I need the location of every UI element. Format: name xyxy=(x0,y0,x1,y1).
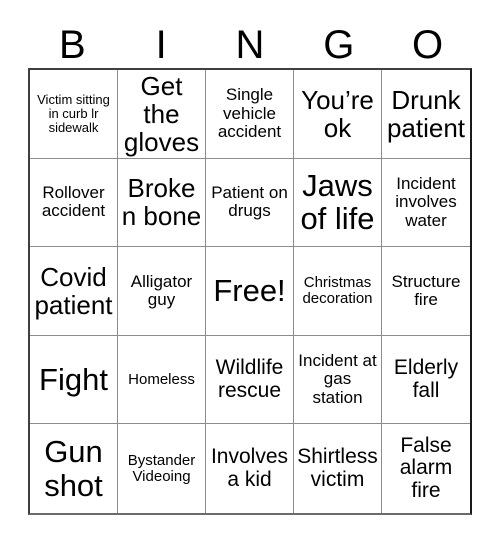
bingo-cell-label: Gun shot xyxy=(44,434,103,503)
bingo-cell-label: Free! xyxy=(213,273,286,309)
bingo-cell[interactable]: Covid patient xyxy=(30,247,118,336)
bingo-cell[interactable]: Victim sitting in curb lr sidewalk xyxy=(30,70,118,159)
bingo-cell[interactable]: Wildlife rescue xyxy=(206,335,294,425)
bingo-cell-label: Elderly fall xyxy=(393,355,459,402)
bingo-cell-label: Get the gloves xyxy=(123,70,200,157)
bingo-cell-label: Involves a kid xyxy=(210,445,289,491)
bingo-header: B I N G O xyxy=(28,22,472,68)
bingo-cell-label: Incident at gas station xyxy=(298,351,377,407)
bingo-cell-label: You’re ok xyxy=(301,84,374,143)
bingo-cell-label: Incident involves water xyxy=(395,173,457,230)
bingo-cell-label: Bystander Videoing xyxy=(127,451,196,485)
bingo-cell[interactable]: Patient on drugs xyxy=(206,158,294,248)
bingo-cell-label: Homeless xyxy=(128,370,195,388)
bingo-cell[interactable]: Gun shot xyxy=(30,424,118,513)
bingo-cell[interactable]: Elderly fall xyxy=(382,335,470,425)
bingo-cell-label: Shirtless victim xyxy=(297,445,378,491)
bingo-cell[interactable]: Rollover accident xyxy=(30,158,118,248)
bingo-cell-label: Structure fire xyxy=(391,271,461,309)
bingo-cell[interactable]: Fight xyxy=(30,335,118,425)
bingo-header-letter-n: N xyxy=(235,23,265,67)
bingo-cell[interactable]: Bystander Videoing xyxy=(118,424,206,513)
bingo-cell-label: Covid patient xyxy=(34,261,113,320)
bingo-header-letter-g: G xyxy=(323,23,355,67)
bingo-card: B I N G O Victim sitting in curb lr side… xyxy=(0,0,500,544)
bingo-cell[interactable]: Incident involves water xyxy=(382,158,470,248)
bingo-cell[interactable]: Drunk patient xyxy=(382,70,470,159)
bingo-cell-label: Rollover accident xyxy=(41,183,106,221)
bingo-cell[interactable]: Jaws of life xyxy=(294,158,382,248)
bingo-cell[interactable]: Single vehicle accident xyxy=(206,70,294,159)
bingo-cell-label: Single vehicle accident xyxy=(217,85,282,141)
bingo-header-letter-b: B xyxy=(59,23,86,67)
bingo-cell[interactable]: Alligator guy xyxy=(118,247,206,336)
bingo-cell[interactable]: Structure fire xyxy=(382,247,470,336)
bingo-grid: Victim sitting in curb lr sidewalk Get t… xyxy=(28,68,472,515)
bingo-cell[interactable]: Involves a kid xyxy=(206,424,294,513)
bingo-header-letter-o: O xyxy=(412,23,444,67)
bingo-cell-label: Victim sitting in curb lr sidewalk xyxy=(37,91,110,135)
bingo-cell[interactable]: You’re ok xyxy=(294,70,382,159)
bingo-cell-label: Broken bone xyxy=(121,173,202,232)
bingo-cell-label: False alarm fire xyxy=(399,433,453,503)
bingo-header-letter-i: I xyxy=(155,23,167,67)
bingo-cell-label: Patient on drugs xyxy=(211,183,288,221)
bingo-cell[interactable]: Homeless xyxy=(118,335,206,425)
bingo-cell[interactable]: Christmas decoration xyxy=(294,247,382,336)
bingo-cell-free-space[interactable]: Free! xyxy=(206,247,294,336)
bingo-cell[interactable]: Get the gloves xyxy=(118,70,206,159)
bingo-cell[interactable]: Broken bone xyxy=(118,158,206,248)
bingo-cell-label: Fight xyxy=(39,361,108,397)
bingo-cell-label: Alligator guy xyxy=(130,271,193,309)
bingo-cell[interactable]: Incident at gas station xyxy=(294,335,382,425)
bingo-cell-label: Christmas decoration xyxy=(302,273,373,307)
bingo-cell[interactable]: False alarm fire xyxy=(382,424,470,513)
bingo-cell-label: Drunk patient xyxy=(386,84,466,143)
bingo-cell-label: Wildlife rescue xyxy=(215,355,284,402)
bingo-cell[interactable]: Shirtless victim xyxy=(294,424,382,513)
bingo-cell-label: Jaws of life xyxy=(300,167,375,237)
